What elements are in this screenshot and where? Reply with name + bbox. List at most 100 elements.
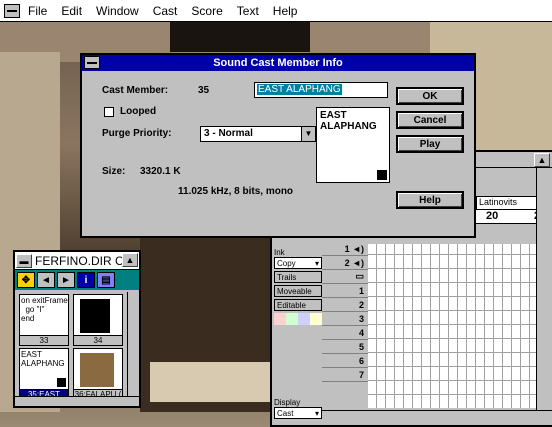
channel-label: 1 (344, 243, 350, 254)
cast-member-34[interactable]: 34 (73, 294, 123, 346)
dialog-titlebar: Sound Cast Member Info (82, 55, 474, 71)
info-icon[interactable]: i (77, 272, 95, 288)
cast-member-text: on exitFrame go "I" end (21, 296, 68, 323)
menu-window[interactable]: Window (96, 4, 139, 18)
script-icon[interactable]: ▤ (97, 272, 115, 288)
channel-1[interactable]: 1 (322, 284, 368, 298)
ink-label: Ink (274, 248, 285, 257)
sound-cast-member-info-dialog: Sound Cast Member Info Cast Member: 35 E… (80, 53, 476, 238)
channel-label: 5 (358, 341, 364, 352)
cast-member-33[interactable]: on exitFrame go "I" end 33 (19, 294, 69, 346)
bitmap-thumbnail (80, 353, 114, 387)
score-grid[interactable] (368, 244, 544, 408)
cast-member-number: 33 (20, 335, 68, 345)
cast-member-name-value: EAST ALAPHANG (257, 84, 342, 95)
display-label: Display (274, 398, 301, 407)
purge-priority-value: 3 - Normal (204, 128, 253, 139)
preview-text: EAST ALAPHANG (320, 110, 377, 132)
looped-label: Looped (120, 106, 157, 117)
trails-checkbox[interactable]: Trails (274, 271, 322, 283)
vertical-scrollbar[interactable] (127, 292, 139, 396)
editable-label: Editable (277, 300, 306, 310)
help-button[interactable]: Help (396, 191, 464, 209)
cast-member-name-field[interactable]: EAST ALAPHANG (254, 82, 388, 98)
sound-preview-box: EAST ALAPHANG (316, 107, 390, 183)
cast-window: ▬ FERFINO.DIR C ▲ ✥ ◄ ► i ▤ on exitFrame… (13, 250, 141, 408)
cast-toolbar: ✥ ◄ ► i ▤ (15, 270, 139, 290)
maximize-icon[interactable]: ▲ (122, 253, 138, 267)
channel-6[interactable]: 6 (322, 354, 368, 368)
menu-cast[interactable]: Cast (153, 4, 178, 18)
system-menu-icon[interactable] (4, 3, 20, 18)
menu-file[interactable]: File (28, 4, 47, 18)
previous-icon[interactable]: ◄ (37, 272, 55, 288)
stage-light-area (150, 362, 270, 402)
cast-member-36[interactable]: 36:FALAPU.( (73, 348, 123, 400)
system-menu-icon[interactable]: ▬ (16, 253, 32, 268)
ok-button[interactable]: OK (396, 87, 464, 105)
editable-checkbox[interactable]: Editable (274, 299, 322, 311)
cast-member-number: 35 (198, 85, 210, 96)
channel-4[interactable]: 4 (322, 326, 368, 340)
score-sprite-options: Ink Copy ▾ Trails Moveable Editable (274, 248, 322, 325)
channel-label: 4 (358, 327, 364, 338)
channel-2[interactable]: 2 (322, 298, 368, 312)
channel-label: 2 (358, 299, 364, 310)
menu-bar: File Edit Window Cast Score Text Help (0, 0, 552, 22)
cancel-button[interactable]: Cancel (396, 111, 464, 129)
horizontal-scrollbar[interactable] (15, 396, 139, 406)
cast-grid: on exitFrame go "I" end 33 34 EAST ALAPH… (19, 294, 135, 408)
looped-checkbox[interactable] (104, 107, 114, 117)
menu-help[interactable]: Help (273, 4, 298, 18)
cast-member-label: Cast Member: (102, 85, 169, 96)
moveable-label: Moveable (277, 286, 312, 296)
channel-3[interactable]: 3 (322, 312, 368, 326)
display-group: Display Cast ▾ (274, 398, 322, 421)
channel-label: 1 (358, 285, 364, 296)
chevron-down-icon: ▼ (301, 127, 315, 141)
size-label: Size: (102, 166, 126, 177)
sound-format: 11.025 kHz, 8 bits, mono (178, 186, 294, 197)
menu-edit[interactable]: Edit (61, 4, 82, 18)
channel-label: 2 (344, 257, 350, 268)
purge-priority-select[interactable]: 3 - Normal ▼ (200, 126, 316, 142)
script-channel[interactable]: ▭ (322, 270, 368, 284)
next-icon[interactable]: ► (57, 272, 75, 288)
sound-channel-2[interactable]: 2 ◄) (322, 256, 368, 270)
system-menu-icon[interactable] (84, 56, 100, 69)
bitmap-thumbnail (80, 299, 110, 333)
channel-label: 6 (358, 355, 364, 366)
menu-score[interactable]: Score (191, 4, 222, 18)
frame-number: 20 (486, 210, 499, 222)
cast-member-35[interactable]: EAST ALAPHANG 35:EAST ALA (19, 348, 69, 408)
sound-icon (57, 378, 66, 387)
purge-priority-label: Purge Priority: (102, 128, 172, 139)
dialog-title: Sound Cast Member Info (213, 57, 343, 69)
channel-5[interactable]: 5 (322, 340, 368, 354)
moveable-checkbox[interactable]: Moveable (274, 285, 322, 297)
channel-label: 7 (358, 369, 364, 380)
channel-7[interactable]: 7 (322, 368, 368, 382)
ink-value: Copy (277, 258, 296, 268)
vertical-scrollbar[interactable] (536, 168, 550, 412)
cast-member-number: 34 (74, 335, 122, 345)
display-value: Cast (277, 408, 294, 418)
stage-dark-area (170, 22, 310, 52)
channel-list: 1 ◄) 2 ◄) ▭ 1 2 3 4 5 6 7 (322, 242, 368, 382)
cast-window-title: FERFINO.DIR C (35, 253, 124, 268)
play-button[interactable]: Play (396, 135, 464, 153)
chevron-down-icon: ▾ (314, 258, 319, 268)
display-select[interactable]: Cast ▾ (274, 407, 322, 419)
color-swatches[interactable] (274, 313, 322, 325)
cast-titlebar: ▬ FERFINO.DIR C ▲ (15, 252, 139, 270)
ink-select[interactable]: Copy ▾ (274, 257, 322, 269)
scroll-up-icon[interactable]: ▲ (534, 153, 550, 167)
move-icon[interactable]: ✥ (17, 272, 35, 288)
channel-label: 3 (358, 313, 364, 324)
menu-text[interactable]: Text (237, 4, 259, 18)
horizontal-scrollbar[interactable] (322, 410, 552, 424)
chevron-down-icon: ▾ (314, 408, 319, 418)
size-value: 3320.1 K (140, 166, 181, 177)
sound-channel-1[interactable]: 1 ◄) (322, 242, 368, 256)
trails-label: Trails (277, 272, 297, 282)
